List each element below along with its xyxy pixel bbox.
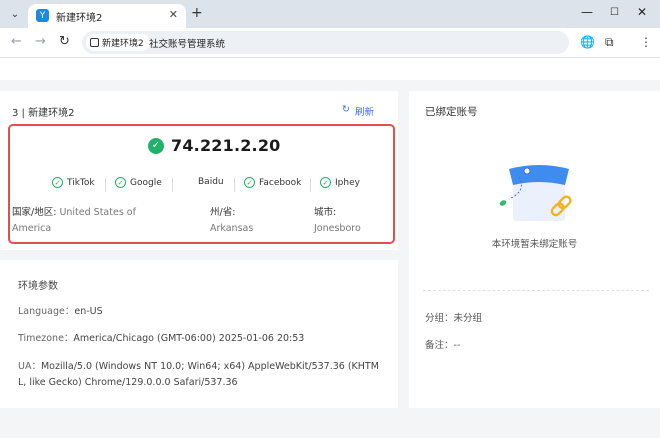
refresh-label: 刷新 bbox=[354, 107, 374, 118]
country-field: 国家/地区: United States of America bbox=[12, 205, 162, 237]
browser-tab-bar: ⌄ Y 新建环境2 ✕ + — ☐ ✕ bbox=[0, 0, 660, 28]
timezone-value: America/Chicago (GMT-06:00) 2025-01-06 2… bbox=[73, 333, 305, 344]
city-field: 城市: Jonesboro bbox=[314, 205, 394, 237]
check-icon: ✓ bbox=[244, 177, 255, 188]
ip-address: 74.221.2.20 bbox=[171, 136, 281, 155]
empty-link-illustration-icon bbox=[499, 165, 572, 221]
back-arrow-icon[interactable]: ← bbox=[11, 34, 22, 49]
profile-icon bbox=[90, 38, 99, 47]
check-circle-icon: ✓ bbox=[148, 137, 164, 154]
globe-icon[interactable]: 🌐 bbox=[580, 35, 595, 49]
timezone-key: Timezone： bbox=[18, 333, 74, 344]
site-chip-label: 新建环境2 bbox=[102, 39, 144, 49]
note-key: 备注： bbox=[425, 340, 454, 351]
state-value: Arkansas bbox=[210, 223, 254, 234]
divider bbox=[234, 178, 235, 192]
group-key: 分组： bbox=[425, 313, 454, 324]
page-header-strip bbox=[0, 58, 660, 80]
ip-row: ✓ 74.221.2.20 bbox=[148, 136, 281, 155]
address-bar[interactable]: 新建环境2 社交账号管理系统 bbox=[82, 31, 569, 54]
new-tab-button[interactable]: + bbox=[191, 5, 203, 21]
tab-title: 新建环境2 bbox=[56, 13, 103, 24]
browser-toolbar: ← → ↻ 新建环境2 社交账号管理系统 🌐 ⧉ ⋮ bbox=[0, 28, 660, 58]
extensions-icon[interactable]: ⧉ bbox=[605, 35, 614, 50]
environment-card: 3 | 新建环境2 ↻ 刷新 ✓ 74.221.2.20 ✓ TikTok ✓ … bbox=[0, 91, 398, 250]
language-value: en-US bbox=[74, 306, 103, 317]
language-key: Language： bbox=[18, 306, 75, 317]
divider bbox=[172, 178, 173, 192]
divider bbox=[105, 178, 106, 192]
url-text: 社交账号管理系统 bbox=[149, 39, 226, 50]
tab-search-chevron-icon[interactable]: ⌄ bbox=[6, 5, 24, 23]
check-icon: ✓ bbox=[115, 177, 126, 188]
state-field: 州/省: Arkansas bbox=[210, 205, 290, 237]
site-check-tiktok: ✓ TikTok bbox=[52, 177, 95, 188]
state-label: 州/省: bbox=[210, 207, 236, 218]
reload-icon[interactable]: ↻ bbox=[59, 34, 70, 49]
empty-state-text: 本环境暂未绑定账号 bbox=[491, 239, 578, 250]
language-row: Language：en-US bbox=[18, 304, 388, 320]
bound-accounts-card: 已绑定账号 本环境暂未绑定账号 分组：未分组 备注：-- bbox=[409, 91, 660, 408]
site-check-iphey: ✓ Iphey bbox=[320, 177, 360, 188]
ip-info-box: ✓ 74.221.2.20 ✓ TikTok ✓ Google Baidu ✓ … bbox=[8, 124, 395, 244]
window-close-button[interactable]: ✕ bbox=[637, 5, 647, 19]
ua-row: UA：Mozilla/5.0 (Windows NT 10.0; Win64; … bbox=[18, 359, 384, 391]
check-icon: ✓ bbox=[52, 177, 63, 188]
divider bbox=[423, 290, 649, 291]
site-label: Baidu bbox=[198, 177, 224, 187]
forward-arrow-icon[interactable]: → bbox=[35, 34, 46, 49]
site-label: Google bbox=[130, 177, 162, 188]
group-value: 未分组 bbox=[453, 313, 483, 324]
site-label: Facebook bbox=[259, 177, 302, 188]
note-value: -- bbox=[453, 340, 461, 351]
close-tab-icon[interactable]: ✕ bbox=[169, 8, 178, 21]
city-value: Jonesboro bbox=[314, 223, 361, 234]
site-check-facebook: ✓ Facebook bbox=[244, 177, 301, 188]
site-chip[interactable]: 新建环境2 bbox=[86, 34, 150, 51]
environment-params-card: 环境参数 Language：en-US Timezone：America/Chi… bbox=[0, 260, 398, 408]
site-label: TikTok bbox=[67, 177, 95, 188]
timezone-row: Timezone：America/Chicago (GMT-06:00) 202… bbox=[18, 331, 388, 347]
ua-key: UA： bbox=[18, 361, 41, 372]
refresh-button[interactable]: ↻ 刷新 bbox=[342, 104, 374, 118]
note-row: 备注：-- bbox=[425, 337, 460, 351]
app-favicon-icon: Y bbox=[36, 9, 49, 22]
environment-title: 3 | 新建环境2 bbox=[12, 108, 75, 119]
site-check-list: ✓ TikTok ✓ Google Baidu ✓ Facebook ✓ Iph… bbox=[10, 177, 393, 193]
window-maximize-button[interactable]: ☐ bbox=[610, 7, 619, 18]
params-title: 环境参数 bbox=[18, 281, 58, 292]
country-label: 国家/地区: bbox=[12, 207, 57, 218]
site-check-google: ✓ Google bbox=[115, 177, 162, 188]
more-menu-icon[interactable]: ⋮ bbox=[640, 35, 652, 49]
browser-tab[interactable]: Y 新建环境2 ✕ bbox=[28, 4, 186, 28]
city-label: 城市: bbox=[314, 207, 337, 218]
bound-accounts-title: 已绑定账号 bbox=[425, 106, 478, 118]
ua-value: Mozilla/5.0 (Windows NT 10.0; Win64; x64… bbox=[18, 361, 379, 388]
refresh-icon: ↻ bbox=[342, 104, 350, 115]
group-row: 分组：未分组 bbox=[425, 310, 482, 324]
check-icon: ✓ bbox=[320, 177, 331, 188]
window-minimize-button[interactable]: — bbox=[581, 5, 593, 19]
site-check-baidu: Baidu bbox=[198, 177, 224, 187]
divider bbox=[310, 178, 311, 192]
site-label: Iphey bbox=[335, 177, 360, 188]
